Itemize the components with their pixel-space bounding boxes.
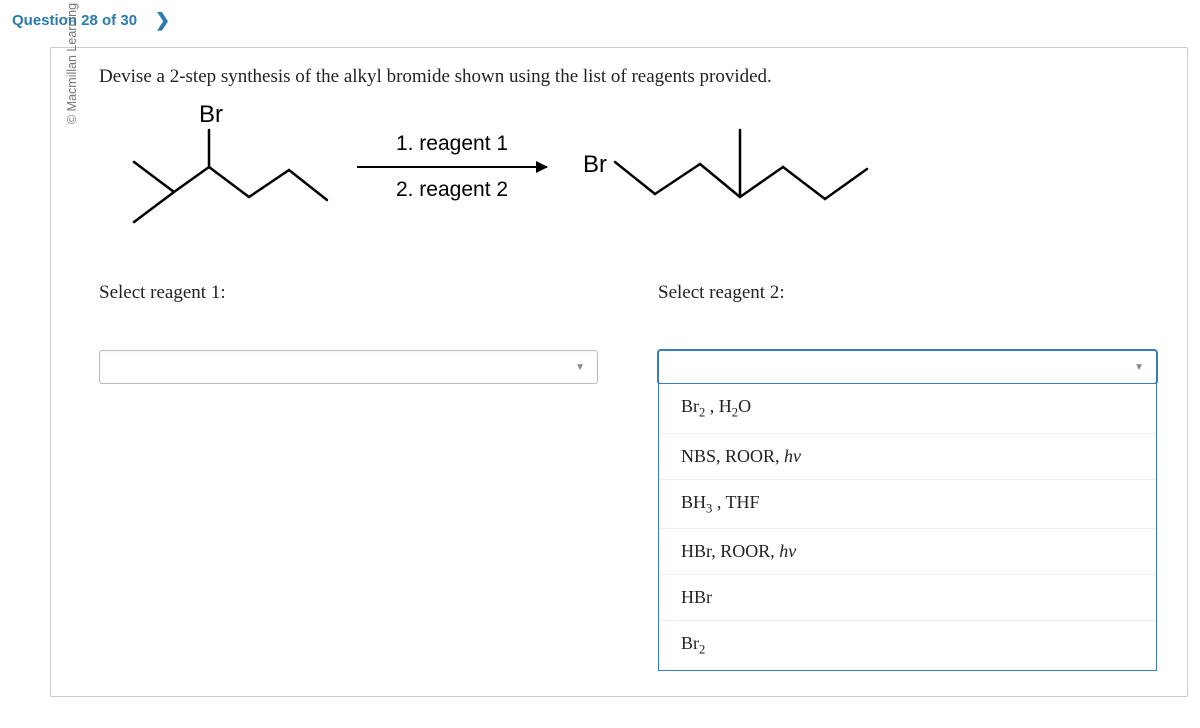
dropdown-caret-icon: ▼ xyxy=(1134,362,1144,373)
next-question-chevron[interactable]: ❯ xyxy=(155,10,170,31)
dropdown-option[interactable]: Br2 xyxy=(659,621,1156,670)
reagent-2-dropdown-list: Br2 , H2O NBS, ROOR, hv BH3 , THF HBr, R… xyxy=(658,384,1157,671)
select-reagent-2-label: Select reagent 2: xyxy=(658,282,1157,304)
question-prompt: Devise a 2-step synthesis of the alkyl b… xyxy=(99,66,1157,88)
reagent-1-dropdown[interactable]: ▼ xyxy=(99,350,598,384)
reaction-arrow xyxy=(357,166,547,168)
question-panel: © Macmillan Learning Devise a 2-step syn… xyxy=(50,47,1188,697)
dropdown-option[interactable]: HBr, ROOR, hv xyxy=(659,529,1156,575)
product-structure: Br xyxy=(575,102,875,232)
dropdown-option[interactable]: HBr xyxy=(659,575,1156,621)
svg-text:Br: Br xyxy=(583,151,607,178)
svg-text:Br: Br xyxy=(199,102,223,128)
dropdown-option[interactable]: BH3 , THF xyxy=(659,480,1156,530)
dropdown-option[interactable]: Br2 , H2O xyxy=(659,384,1156,434)
starting-material-structure: Br xyxy=(99,102,329,232)
copyright-text: © Macmillan Learning xyxy=(65,3,79,124)
dropdown-option[interactable]: NBS, ROOR, hv xyxy=(659,434,1156,480)
reagent-1-text: 1. reagent 1 xyxy=(396,132,508,156)
reaction-scheme: Br 1. reagent 1 2. reagent 2 Br xyxy=(99,102,1157,232)
reagent-2-text: 2. reagent 2 xyxy=(396,178,508,202)
reagent-2-dropdown[interactable]: ▼ xyxy=(658,350,1157,384)
dropdown-caret-icon: ▼ xyxy=(575,362,585,373)
select-reagent-1-label: Select reagent 1: xyxy=(99,282,598,304)
